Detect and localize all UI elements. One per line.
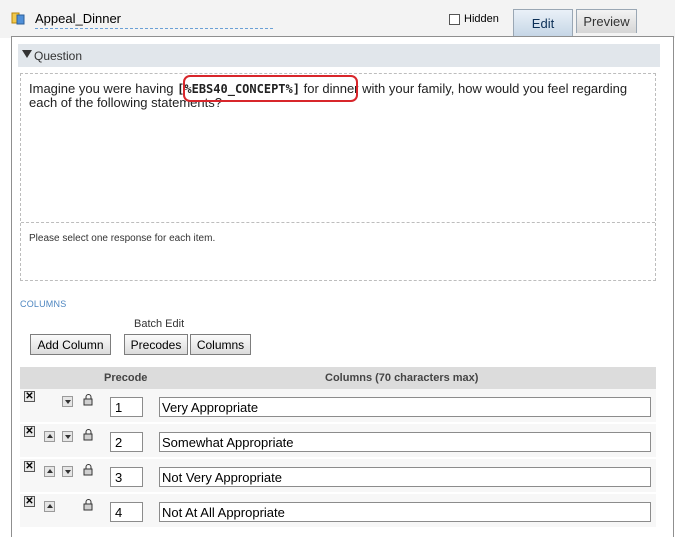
lock-icon[interactable]: [83, 429, 95, 441]
table-row: ✕: [20, 494, 656, 527]
batch-edit-label: Batch Edit: [134, 318, 185, 330]
table-row: ✕: [20, 459, 656, 492]
question-section-header[interactable]: Question: [18, 44, 660, 67]
columns-table: Precode Columns (70 characters max) ✕ ✕ …: [20, 367, 656, 537]
question-header-bar: Appeal_Dinner Hidden Edit Preview: [0, 0, 675, 38]
column-text-input[interactable]: [159, 467, 651, 487]
columns-header: Columns (70 characters max): [325, 372, 479, 384]
precode-header: Precode: [104, 372, 148, 384]
move-up-icon[interactable]: [44, 431, 55, 442]
delete-row-icon[interactable]: ✕: [24, 426, 35, 437]
lock-icon[interactable]: [83, 499, 95, 511]
table-row: ✕: [20, 424, 656, 457]
column-text-input[interactable]: [159, 502, 651, 522]
add-column-button[interactable]: Add Column: [30, 334, 111, 355]
lock-icon[interactable]: [83, 394, 95, 406]
precode-input[interactable]: [110, 397, 143, 417]
move-down-icon[interactable]: [62, 396, 73, 407]
table-row: ✕: [20, 389, 656, 422]
move-up-icon[interactable]: [44, 501, 55, 512]
move-up-icon[interactable]: [44, 466, 55, 477]
hidden-checkbox[interactable]: [449, 13, 460, 25]
hidden-toggle[interactable]: Hidden: [449, 13, 499, 25]
precode-input[interactable]: [110, 467, 143, 487]
instructions-divider: [21, 222, 655, 223]
columns-table-header: Precode Columns (70 characters max): [20, 367, 656, 389]
delete-row-icon[interactable]: ✕: [24, 461, 35, 472]
instructions-text[interactable]: Please select one response for each item…: [29, 233, 215, 244]
precode-input[interactable]: [110, 432, 143, 452]
question-name-underline: [35, 28, 273, 29]
column-text-input[interactable]: [159, 432, 651, 452]
column-text-input[interactable]: [159, 397, 651, 417]
concept-highlight-annotation: [183, 75, 358, 102]
batch-columns-button[interactable]: Columns: [190, 334, 251, 355]
precode-input[interactable]: [110, 502, 143, 522]
move-down-icon[interactable]: [62, 466, 73, 477]
columns-section-label: COLUMNS: [20, 299, 67, 309]
question-text-before: Imagine you were having: [29, 81, 178, 96]
lock-icon[interactable]: [83, 464, 95, 476]
collapse-arrow-icon[interactable]: [22, 50, 32, 58]
hidden-label: Hidden: [464, 13, 499, 25]
batch-precodes-button[interactable]: Precodes: [124, 334, 188, 355]
question-icon: [11, 12, 25, 25]
question-name[interactable]: Appeal_Dinner: [35, 11, 121, 26]
move-down-icon[interactable]: [62, 431, 73, 442]
delete-row-icon[interactable]: ✕: [24, 496, 35, 507]
tab-preview[interactable]: Preview: [576, 9, 637, 33]
question-section-label: Question: [34, 49, 83, 63]
tab-edit[interactable]: Edit: [513, 9, 573, 36]
delete-row-icon[interactable]: ✕: [24, 391, 35, 402]
